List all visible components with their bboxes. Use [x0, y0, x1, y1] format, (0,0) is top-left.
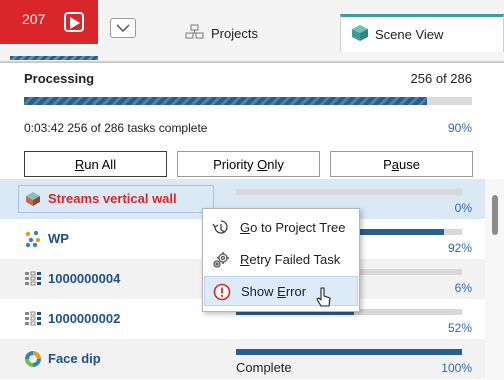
tab-projects-label: Projects: [211, 25, 258, 41]
priority-only-label-end: nly: [267, 156, 284, 172]
menu-item-label: Show Error: [241, 284, 306, 299]
grid-icon: [24, 270, 42, 288]
surface-icon: [24, 190, 42, 208]
tab-scene-view[interactable]: Scene View: [340, 14, 504, 52]
menu-mnemonic: E: [277, 284, 286, 299]
priority-only-button[interactable]: Priority Only: [177, 151, 320, 177]
task-status: Complete: [236, 360, 292, 375]
overall-progress-bar: [24, 97, 472, 105]
run-all-label: un All: [84, 156, 117, 172]
pause-mnemonic: a: [391, 156, 399, 172]
menu-mnemonic: G: [240, 220, 251, 235]
menu-item-label: Retry Failed Task: [240, 252, 340, 267]
error-icon: [213, 283, 231, 301]
task-count: 207: [22, 11, 46, 27]
pause-button[interactable]: Pa use: [330, 151, 473, 177]
task-percent: 52%: [447, 321, 472, 335]
pause-label-end: use: [398, 156, 420, 172]
gears-icon: [212, 251, 230, 269]
tree-icon: [212, 219, 230, 237]
top-tab-bar: 207 Projects Scene View: [0, 0, 504, 62]
processing-status: 0:03:42 256 of 286 tasks complete: [24, 121, 208, 135]
scrollbar-thumb[interactable]: [492, 195, 498, 235]
priority-only-mnemonic: O: [257, 156, 268, 172]
processing-header: Processing 256 of 286 0:03:42 256 of 286…: [0, 63, 485, 179]
chevron-down-icon[interactable]: [110, 18, 136, 38]
menu-item-retry-failed-task[interactable]: Retry Failed Task: [204, 245, 358, 275]
points-icon: [24, 230, 42, 248]
task-row[interactable]: Face dip Complete 100%: [0, 339, 485, 379]
run-all-mnemonic: R: [74, 156, 85, 172]
menu-label-rest: rror: [285, 284, 307, 299]
projects-icon: [185, 24, 205, 43]
task-progress-bar: [236, 349, 462, 355]
processing-percent: 90%: [447, 121, 472, 135]
pause-label-start: P: [383, 156, 392, 172]
cube-icon: [351, 24, 369, 45]
priority-only-label-start: Priority: [213, 156, 258, 172]
menu-item-show-error[interactable]: Show Error: [204, 276, 358, 306]
task-label: WP: [48, 231, 69, 246]
menu-item-go-to-project-tree[interactable]: Go to Project Tree: [204, 213, 358, 243]
task-label: 1000000004: [48, 271, 121, 286]
task-count-badge[interactable]: 207: [0, 0, 98, 44]
task-percent: 100%: [441, 361, 472, 375]
menu-mnemonic: R: [240, 252, 250, 267]
task-label: 1000000002: [48, 311, 121, 326]
tab-progress-strip: [10, 56, 98, 60]
task-percent: 6%: [454, 281, 472, 295]
play-icon[interactable]: [64, 12, 84, 32]
tab-projects[interactable]: Projects: [185, 14, 258, 52]
task-label: Streams vertical wall: [48, 191, 177, 206]
task-progress-fill: [236, 349, 462, 355]
menu-label-first: Show: [241, 284, 278, 299]
task-percent: 92%: [447, 241, 472, 255]
ring-icon: [24, 350, 42, 368]
processing-count: 256 of 286: [410, 71, 472, 86]
overall-progress-fill: [24, 97, 428, 105]
processing-title: Processing: [24, 71, 95, 86]
run-all-button[interactable]: Run All: [24, 151, 167, 177]
task-percent: 0%: [454, 201, 472, 215]
grid-icon: [24, 310, 42, 328]
menu-label-rest: o to Project Tree: [250, 220, 346, 235]
scrollbar[interactable]: [485, 179, 504, 380]
tab-scene-view-label: Scene View: [375, 27, 444, 42]
context-menu: Go to Project Tree Retry Failed Task Sho…: [202, 208, 360, 312]
task-progress-bar: [236, 189, 462, 195]
menu-item-label: Go to Project Tree: [240, 220, 346, 235]
menu-label-rest: etry Failed Task: [249, 252, 341, 267]
mouse-cursor-icon: [316, 287, 332, 312]
task-label: Face dip: [48, 351, 101, 366]
